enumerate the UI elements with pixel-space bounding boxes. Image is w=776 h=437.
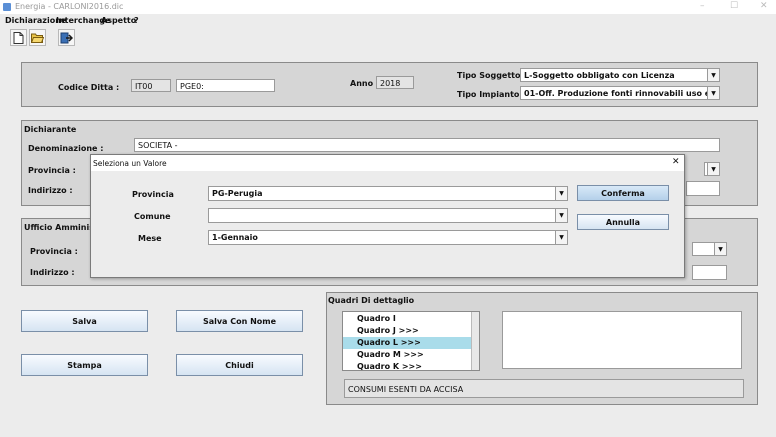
dichiarante-indirizzo-field[interactable] [686, 181, 720, 196]
quadri-scrollbar[interactable] [471, 312, 479, 370]
quadri-list[interactable]: Quadro I Quadro J >>> Quadro L >>> Quadr… [342, 311, 480, 371]
codice-ditta-label: Codice Ditta : [58, 83, 120, 92]
chevron-down-icon: ▼ [707, 87, 719, 99]
stampa-button[interactable]: Stampa [21, 354, 148, 376]
chevron-down-icon: ▼ [555, 187, 567, 200]
list-item[interactable]: Quadro I [343, 313, 479, 325]
dialog-comune-select[interactable]: ▼ [208, 208, 568, 223]
tipo-soggetto-select[interactable]: L-Soggetto obbligato con Licenza ▼ [520, 68, 720, 82]
new-document-icon [13, 31, 24, 44]
open-button[interactable] [29, 29, 46, 46]
header-panel: Codice Ditta : IT00 PGE0: Anno 2018 Tipo… [21, 62, 758, 107]
indirizzo-label: Indirizzo : [28, 186, 73, 195]
dialog-comune-label: Comune [134, 212, 171, 221]
conferma-button[interactable]: Conferma [577, 185, 669, 201]
salva-button[interactable]: Salva [21, 310, 148, 332]
toolbar [0, 28, 776, 48]
quadri-title: Quadri Di dettaglio [328, 296, 415, 305]
export-icon [60, 32, 73, 43]
close-window-button[interactable]: ✕ [760, 1, 768, 11]
list-item-selected[interactable]: Quadro L >>> [343, 337, 479, 349]
dialog-mese-label: Mese [138, 234, 162, 243]
tipo-impianto-select[interactable]: 01-Off. Produzione fonti rinnovabili uso… [520, 86, 720, 100]
ufficio-provincia-label: Provincia : [30, 247, 78, 256]
export-button[interactable] [58, 29, 75, 46]
chevron-down-icon: ▼ [714, 243, 726, 255]
denominazione-field[interactable]: SOCIETA - [134, 138, 720, 152]
tipo-soggetto-label: Tipo Soggetto [457, 71, 521, 80]
annulla-button[interactable]: Annulla [577, 214, 669, 230]
salva-con-nome-button[interactable]: Salva Con Nome [176, 310, 303, 332]
menu-help[interactable]: ? [134, 16, 139, 25]
dialog-provincia-label: Provincia [132, 190, 174, 199]
select-value-dialog: Seleziona un Valore ✕ Provincia PG-Perug… [90, 154, 685, 278]
title-bar: Energia - CARLONI2016.dic – ☐ ✕ [0, 0, 776, 14]
chiudi-button[interactable]: Chiudi [176, 354, 303, 376]
dialog-title: Seleziona un Valore [93, 159, 167, 168]
dichiarante-provincia-select[interactable]: ▼ [704, 162, 720, 176]
chevron-down-icon: ▼ [707, 69, 719, 81]
dialog-provincia-value: PG-Perugia [212, 189, 263, 198]
chevron-down-icon: ▼ [555, 231, 567, 244]
codice-ditta-prefix: IT00 [131, 79, 171, 92]
tipo-soggetto-value: L-Soggetto obbligato con Licenza [524, 71, 675, 80]
quadri-detail-area[interactable] [502, 311, 742, 369]
open-folder-icon [31, 33, 44, 43]
tipo-impianto-value: 01-Off. Produzione fonti rinnovabili uso… [524, 89, 719, 98]
anno-field: 2018 [376, 76, 414, 89]
quadri-panel: Quadri Di dettaglio Quadro I Quadro J >>… [326, 292, 758, 405]
tipo-impianto-label: Tipo Impianto [457, 90, 520, 99]
dialog-provincia-select[interactable]: PG-Perugia ▼ [208, 186, 568, 201]
quadri-status: CONSUMI ESENTI DA ACCISA [344, 379, 744, 398]
chevron-down-icon: ▼ [555, 209, 567, 222]
list-item[interactable]: Quadro J >>> [343, 325, 479, 337]
dichiarante-title: Dichiarante [24, 125, 77, 134]
new-button[interactable] [10, 29, 27, 46]
list-item[interactable]: Quadro M >>> [343, 349, 479, 361]
app-icon [3, 3, 11, 11]
ufficio-indirizzo-field[interactable] [692, 265, 727, 280]
menu-bar: Dichiarazione Interchange Aspetto ? [0, 14, 776, 28]
dialog-title-bar: Seleziona un Valore ✕ [91, 155, 684, 171]
maximize-button[interactable]: ☐ [730, 1, 738, 11]
provincia-label: Provincia : [28, 166, 76, 175]
ufficio-provincia-select[interactable]: ▼ [692, 242, 727, 256]
window-title: Energia - CARLONI2016.dic [15, 2, 124, 11]
ufficio-indirizzo-label: Indirizzo : [30, 268, 75, 277]
dialog-mese-select[interactable]: 1-Gennaio ▼ [208, 230, 568, 245]
minimize-button[interactable]: – [700, 1, 705, 11]
denominazione-label: Denominazione : [28, 144, 104, 153]
menu-aspetto[interactable]: Aspetto [101, 16, 136, 25]
anno-label: Anno [350, 79, 374, 88]
list-item[interactable]: Quadro K >>> [343, 361, 479, 370]
codice-ditta-field[interactable]: PGE0: [176, 79, 275, 92]
close-icon[interactable]: ✕ [672, 157, 680, 167]
chevron-down-icon: ▼ [707, 163, 719, 175]
dialog-mese-value: 1-Gennaio [212, 233, 258, 242]
